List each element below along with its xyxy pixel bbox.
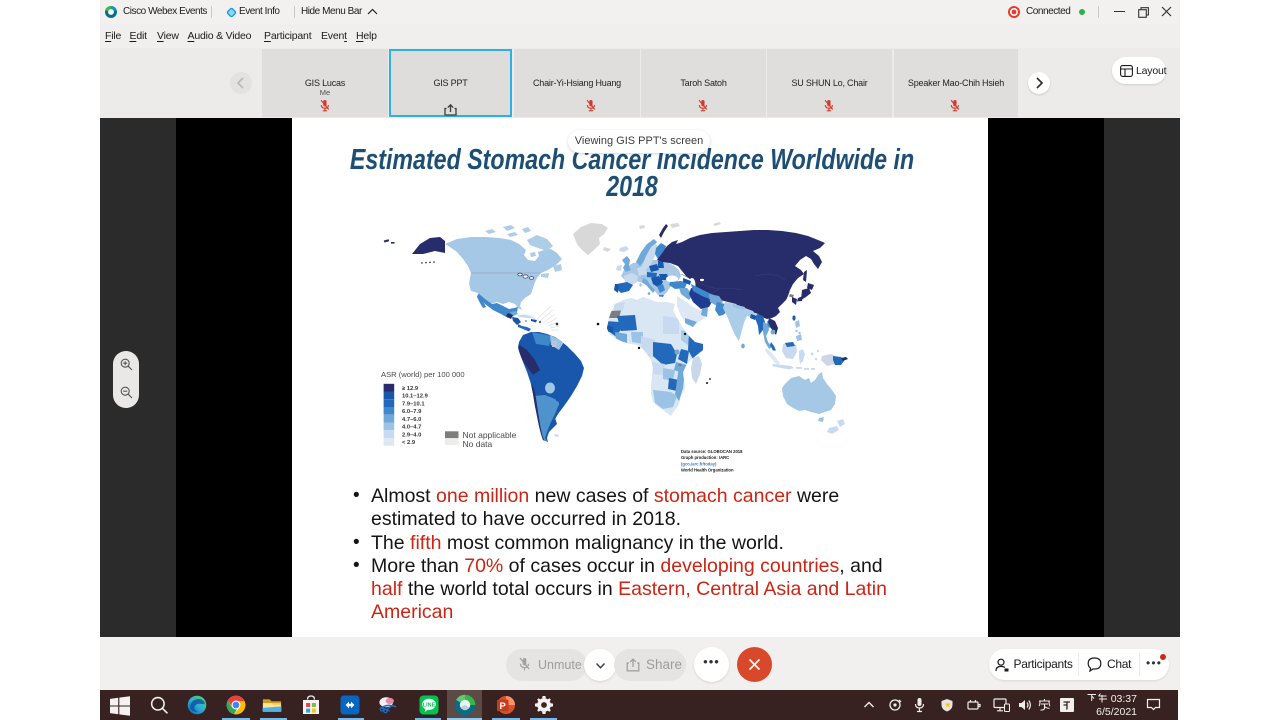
- svg-text:No data: No data: [463, 439, 493, 449]
- svg-text:(gco.iarc.fr/today): (gco.iarc.fr/today): [681, 461, 717, 466]
- svg-text:Graph production: IARC: Graph production: IARC: [681, 455, 729, 460]
- svg-text:< 2.9: < 2.9: [402, 440, 416, 446]
- svg-text:World Health Organization: World Health Organization: [681, 468, 734, 473]
- svg-text:≥ 12.9: ≥ 12.9: [402, 386, 419, 392]
- svg-text:4.7–6.0: 4.7–6.0: [402, 417, 421, 423]
- svg-text:10.1–12.9: 10.1–12.9: [402, 394, 429, 400]
- svg-text:4.0–4.7: 4.0–4.7: [402, 425, 421, 431]
- svg-text:7.9–10.1: 7.9–10.1: [402, 402, 425, 408]
- svg-text:LINE: LINE: [423, 702, 436, 708]
- svg-text:6.0–7.9: 6.0–7.9: [402, 409, 422, 415]
- svg-text:ASR (world) per 100 000: ASR (world) per 100 000: [381, 370, 465, 379]
- svg-text:2.9–4.0: 2.9–4.0: [402, 433, 421, 439]
- svg-text:P: P: [500, 701, 507, 712]
- svg-text:Data source: GLOBOCAN 2018: Data source: GLOBOCAN 2018: [681, 449, 743, 454]
